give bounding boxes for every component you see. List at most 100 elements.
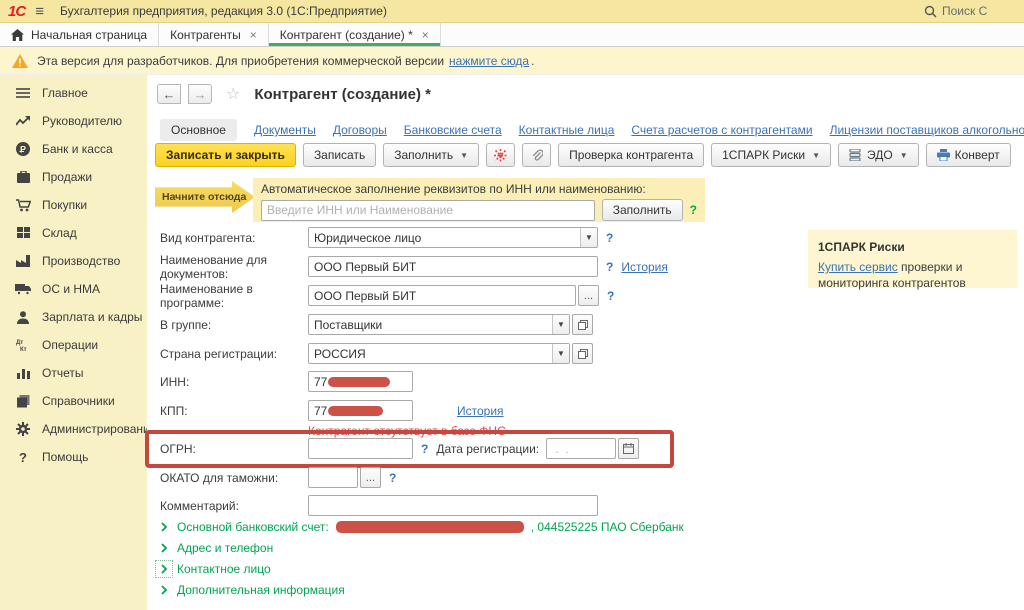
sidebar-item-otchety[interactable]: Отчеты <box>0 359 147 387</box>
name-docs-history-link[interactable]: История <box>621 260 668 274</box>
chevron-down-icon[interactable]: ▼ <box>580 228 597 247</box>
autofill-fill-button[interactable]: Заполнить <box>602 199 683 221</box>
sidebar-label: Отчеты <box>42 366 83 380</box>
nav-dokumenty[interactable]: Документы <box>254 123 316 137</box>
okato-input[interactable] <box>308 467 358 488</box>
inn-label: ИНН: <box>160 375 308 389</box>
kind-value: Юридическое лицо <box>309 228 580 247</box>
name-program-input[interactable]: ООО Первый БИТ <box>308 285 576 306</box>
search-icon <box>924 5 937 18</box>
edo-label: ЭДО <box>867 148 893 162</box>
sidebar-item-os-nma[interactable]: ОС и НМА <box>0 275 147 303</box>
reg-date-input[interactable] <box>546 438 616 459</box>
tab-home[interactable]: Начальная страница <box>0 23 159 46</box>
edo-icon <box>849 149 862 161</box>
sidebar-item-glavnoe[interactable]: Главное <box>0 79 147 107</box>
sidebar-item-pomosch[interactable]: ? Помощь <box>0 443 147 471</box>
tab-kontragenty[interactable]: Контрагенты × <box>159 23 269 46</box>
redaction-blob <box>328 377 390 387</box>
forward-button[interactable]: → <box>188 84 212 104</box>
check-counterparty-button[interactable]: Проверка контрагента <box>558 143 704 167</box>
section-address-phone[interactable]: Адрес и телефон <box>158 540 273 556</box>
country-select[interactable]: РОССИЯ ▼ <box>308 343 570 364</box>
group-select[interactable]: Поставщики ▼ <box>308 314 570 335</box>
okato-help-link[interactable]: ? <box>389 471 396 485</box>
ellipsis-button[interactable]: ... <box>360 467 381 488</box>
etp-starburst-button[interactable] <box>486 143 515 167</box>
kpp-history-link[interactable]: История <box>457 404 504 418</box>
form-toolbar: Записать и закрыть Записать Заполнить▼ П… <box>155 143 1011 167</box>
sidebar-item-operacii[interactable]: ДтКт Операции <box>0 331 147 359</box>
sidebar-item-bank-kassa[interactable]: Р Банк и касса <box>0 135 147 163</box>
envelope-button[interactable]: Конверт <box>926 143 1011 167</box>
close-icon[interactable]: × <box>250 28 257 42</box>
spark-risks-button[interactable]: 1СПАРК Риски▼ <box>711 143 831 167</box>
calendar-button[interactable] <box>618 438 639 459</box>
sidebar-item-spravochniki[interactable]: Справочники <box>0 387 147 415</box>
kpp-input[interactable]: 77 <box>308 400 413 421</box>
autofill-help-link[interactable]: ? <box>690 203 697 217</box>
comment-input[interactable] <box>308 495 598 516</box>
row-group: В группе: Поставщики ▼ <box>160 314 593 335</box>
attach-button[interactable] <box>522 143 551 167</box>
edo-button[interactable]: ЭДО▼ <box>838 143 919 167</box>
chevron-down-icon[interactable]: ▼ <box>552 344 569 363</box>
ellipsis-button[interactable]: ... <box>578 285 599 306</box>
search-label: Поиск C <box>942 4 987 18</box>
main-menu-icon[interactable]: ≡ <box>35 3 44 20</box>
section-contact-person[interactable]: Контактное лицо <box>158 561 271 577</box>
nav-contact-persons[interactable]: Контактные лица <box>519 123 615 137</box>
chevron-right-icon <box>158 584 170 596</box>
name-docs-help-link[interactable]: ? <box>606 260 613 274</box>
1c-logo: 1С <box>8 3 25 20</box>
close-icon[interactable]: × <box>422 28 429 42</box>
warning-text: Эта версия для разработчиков. Для приобр… <box>37 54 444 68</box>
trend-icon <box>15 113 31 129</box>
sidebar-item-zarplata-kadry[interactable]: Зарплата и кадры <box>0 303 147 331</box>
section-suffix: , 044525225 ПАО Сбербанк <box>531 520 684 534</box>
inn-search-input[interactable] <box>261 200 595 221</box>
sidebar-item-sklad[interactable]: Склад <box>0 219 147 247</box>
nav-osnovnoe[interactable]: Основное <box>160 119 237 141</box>
briefcase-icon <box>15 169 31 185</box>
kind-select[interactable]: Юридическое лицо ▼ <box>308 227 598 248</box>
sidebar-item-pokupki[interactable]: Покупки <box>0 191 147 219</box>
open-button[interactable] <box>572 343 593 364</box>
nav-alcohol-licenses[interactable]: Лицензии поставщиков алкогольной продукц… <box>830 123 1024 137</box>
sidebar-item-rukovoditelyu[interactable]: Руководителю <box>0 107 147 135</box>
buy-service-link[interactable]: Купить сервис <box>818 260 898 274</box>
name-program-help-link[interactable]: ? <box>607 289 614 303</box>
ogrn-help-link[interactable]: ? <box>421 442 428 456</box>
tab-kontragent-create[interactable]: Контрагент (создание) * × <box>269 23 441 46</box>
chevron-right-icon <box>158 521 170 533</box>
back-button[interactable]: ← <box>157 84 181 104</box>
nav-dogovory[interactable]: Договоры <box>333 123 387 137</box>
country-value: РОССИЯ <box>309 344 552 363</box>
sidebar-item-proizvodstvo[interactable]: Производство <box>0 247 147 275</box>
chevron-down-icon[interactable]: ▼ <box>552 315 569 334</box>
name-docs-input[interactable]: ООО Первый БИТ <box>308 256 598 277</box>
inn-input[interactable]: 77 <box>308 371 413 392</box>
sidebar-item-prodazhi[interactable]: Продажи <box>0 163 147 191</box>
favorite-star-icon[interactable]: ☆ <box>226 84 240 104</box>
section-additional-info[interactable]: Дополнительная информация <box>158 582 345 598</box>
chevron-right-icon <box>158 542 170 554</box>
save-close-button[interactable]: Записать и закрыть <box>155 143 296 167</box>
kind-label: Вид контрагента: <box>160 231 308 245</box>
name-docs-label: Наименование для документов: <box>160 253 308 281</box>
nav-bank-accounts[interactable]: Банковские счета <box>404 123 502 137</box>
fill-dropdown-button[interactable]: Заполнить▼ <box>383 143 479 167</box>
save-button[interactable]: Записать <box>303 143 376 167</box>
group-label: В группе: <box>160 318 308 332</box>
sidebar-item-administrirovanie[interactable]: Администрирование <box>0 415 147 443</box>
buy-commercial-link[interactable]: нажмите сюда <box>449 54 529 68</box>
kind-help-link[interactable]: ? <box>606 231 613 245</box>
sidebar-label: ОС и НМА <box>42 282 100 296</box>
section-bank-account[interactable]: Основной банковский счет: , 044525225 ПА… <box>158 519 684 535</box>
global-search[interactable]: Поиск C <box>924 4 1016 18</box>
row-name-program: Наименование в программе: ООО Первый БИТ… <box>160 285 614 306</box>
open-button[interactable] <box>572 314 593 335</box>
nav-settlement-accounts[interactable]: Счета расчетов с контрагентами <box>631 123 812 137</box>
row-okato: ОКАТО для таможни: ... ? <box>160 467 396 488</box>
ogrn-input[interactable] <box>308 438 413 459</box>
